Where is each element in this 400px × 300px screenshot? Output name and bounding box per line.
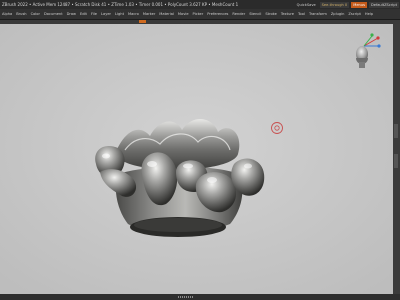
default-zscript-button[interactable]: DefaultZScript bbox=[368, 1, 399, 8]
menu-item[interactable]: Tool bbox=[298, 12, 305, 16]
menu-item[interactable]: Movie bbox=[178, 12, 189, 16]
canvas-viewport[interactable] bbox=[0, 24, 393, 294]
bottom-shelf bbox=[0, 294, 400, 300]
dock-tray-handle[interactable] bbox=[394, 154, 398, 168]
menu-item[interactable]: Edit bbox=[80, 12, 87, 16]
menu-item[interactable]: Zplugin bbox=[331, 12, 345, 16]
menu-item[interactable]: Material bbox=[159, 12, 174, 16]
window-title: ZBrush 2022 • Active Mem 12487 • Scratch… bbox=[2, 2, 239, 7]
menu-item[interactable]: Zscript bbox=[348, 12, 360, 16]
menu-item[interactable]: Help bbox=[365, 12, 373, 16]
menu-item[interactable]: Preferences bbox=[207, 12, 228, 16]
menu-item[interactable]: Alpha bbox=[2, 12, 12, 16]
menus-button[interactable]: Menus bbox=[351, 1, 367, 8]
menu-item[interactable]: Render bbox=[232, 12, 245, 16]
active-palette-tab[interactable] bbox=[139, 20, 146, 23]
quicksave-button[interactable]: QuickSave bbox=[295, 2, 318, 8]
menu-item[interactable]: Texture bbox=[281, 12, 294, 16]
drag-handle-icon[interactable] bbox=[178, 296, 194, 298]
menu-item[interactable]: Light bbox=[115, 12, 124, 16]
title-bar: ZBrush 2022 • Active Mem 12487 • Scratch… bbox=[0, 0, 400, 9]
menu-item[interactable]: Layer bbox=[101, 12, 111, 16]
main-menu-bar: Alpha Brush Color Document Draw Edit Fil… bbox=[0, 9, 400, 20]
menu-item[interactable]: Brush bbox=[16, 12, 26, 16]
dock-tray-handle[interactable] bbox=[394, 124, 398, 138]
title-bar-buttons: QuickSave See-through 0 Menus DefaultZSc… bbox=[295, 1, 399, 8]
menu-item[interactable]: Document bbox=[44, 12, 63, 16]
menu-item[interactable]: Stencil bbox=[249, 12, 261, 16]
menu-item[interactable]: Marker bbox=[143, 12, 155, 16]
menu-item[interactable]: Draw bbox=[67, 12, 76, 16]
menu-item[interactable]: Stroke bbox=[265, 12, 276, 16]
menu-item[interactable]: Color bbox=[31, 12, 40, 16]
menu-item[interactable]: Transform bbox=[309, 12, 327, 16]
see-through-slider[interactable]: See-through 0 bbox=[319, 1, 350, 8]
right-dock-tray bbox=[393, 24, 400, 294]
menu-item[interactable]: Macro bbox=[128, 12, 139, 16]
viewport-canvas[interactable] bbox=[0, 24, 393, 294]
menu-item[interactable]: Picker bbox=[193, 12, 204, 16]
menu-item[interactable]: File bbox=[91, 12, 97, 16]
